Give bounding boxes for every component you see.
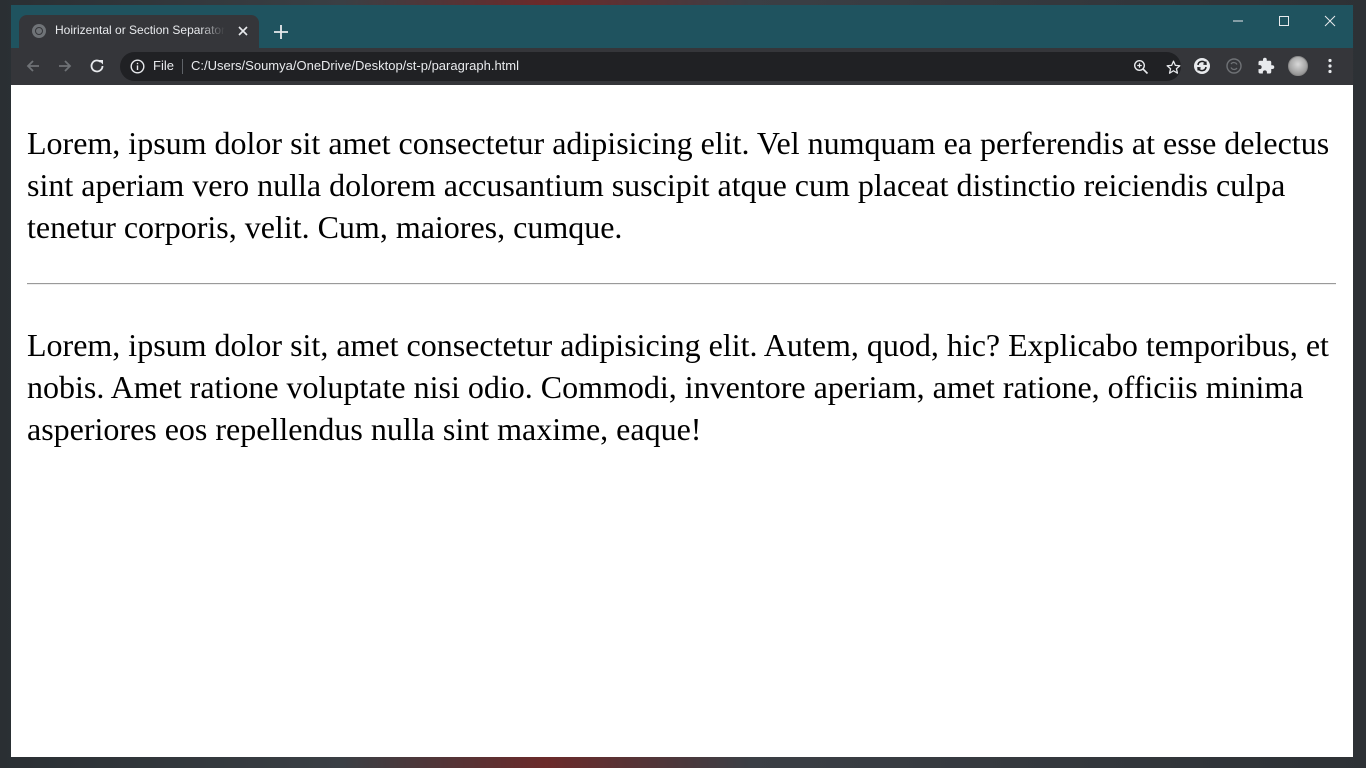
paragraph-2: Lorem, ipsum dolor sit, amet consectetur… [27,327,1329,447]
back-button[interactable] [21,54,45,78]
arrow-left-icon [26,60,39,72]
zoom-icon[interactable] [1132,58,1150,76]
reload-button[interactable] [85,54,109,78]
horizontal-rule [27,283,1336,285]
minimize-icon [1233,20,1243,22]
browser-toolbar: File C:/Users/Soumya/OneDrive/Desktop/st… [11,48,1353,85]
omnibox-divider [182,59,183,74]
title-bar: Hoirizental or Section Separator Tag [11,5,1353,48]
info-icon[interactable] [130,59,145,74]
plus-icon [274,25,288,39]
minimize-button[interactable] [1215,5,1261,37]
browser-window: Hoirizental or Section Separator Tag [11,5,1353,757]
url-text[interactable]: C:/Users/Soumya/OneDrive/Desktop/st-p/pa… [191,58,519,73]
forward-button[interactable] [53,54,77,78]
star-icon[interactable] [1164,58,1182,76]
address-bar[interactable]: File C:/Users/Soumya/OneDrive/Desktop/st… [120,52,1181,81]
page-viewport: Lorem, ipsum dolor sit amet consectetur … [11,85,1353,757]
tab-active[interactable]: Hoirizental or Section Separator Tag [19,15,259,48]
paragraph-1: Lorem, ipsum dolor sit amet consectetur … [27,125,1330,245]
avatar[interactable] [1288,56,1308,76]
arrow-right-icon [59,60,72,72]
globe-icon [32,24,46,38]
puzzle-icon[interactable] [1256,56,1276,76]
sync-icon[interactable] [1192,56,1212,76]
maximize-button[interactable] [1261,5,1307,37]
kebab-menu-icon[interactable] [1320,56,1340,76]
tab-title: Hoirizental or Section Separator Tag [55,23,225,37]
close-window-button[interactable] [1307,5,1353,37]
reload-icon [90,59,104,73]
extension-icon[interactable] [1224,56,1244,76]
maximize-icon [1279,16,1289,26]
window-controls [1215,5,1353,37]
close-icon [1324,15,1336,27]
scheme-label: File [153,58,174,73]
tab-close-icon[interactable] [235,23,251,39]
new-tab-button[interactable] [270,21,292,43]
